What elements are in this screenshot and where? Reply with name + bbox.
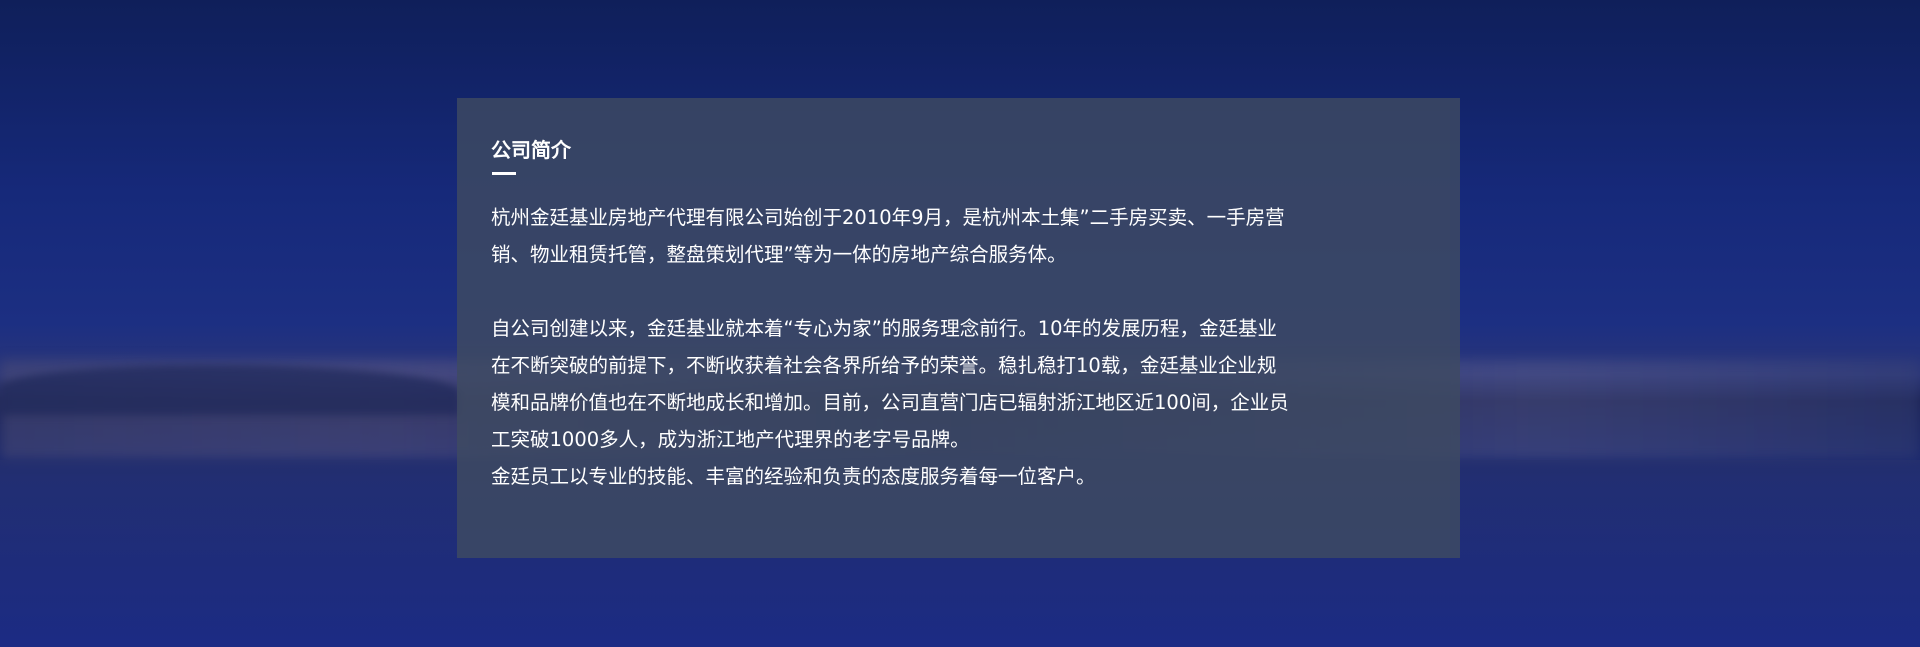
title-underline [492, 172, 516, 175]
company-intro-panel: 公司简介 杭州金廷基业房地产代理有限公司始创于2010年9月，是杭州本土集”二手… [457, 98, 1460, 558]
text-line: 模和品牌价值也在不断地成长和增加。目前，公司直营门店已辐射浙江地区近100间，企… [491, 391, 1289, 414]
intro-paragraph-1: 杭州金廷基业房地产代理有限公司始创于2010年9月，是杭州本土集”二手房买卖、一… [491, 199, 1434, 273]
text-line: 自公司创建以来，金廷基业就本着“专心为家”的服务理念前行。10年的发展历程，金廷… [491, 317, 1278, 340]
intro-paragraph-3: 金廷员工以专业的技能、丰富的经验和负责的态度服务着每一位客户。 [491, 458, 1434, 495]
text-line: 杭州金廷基业房地产代理有限公司始创于2010年9月，是杭州本土集”二手房买卖、一… [491, 206, 1285, 229]
background-hill [0, 365, 460, 415]
intro-paragraph-2: 自公司创建以来，金廷基业就本着“专心为家”的服务理念前行。10年的发展历程，金廷… [491, 310, 1434, 458]
text-line: 在不断突破的前提下，不断收获着社会各界所给予的荣誉。稳扎稳打10载，金廷基业企业… [491, 354, 1277, 377]
text-line: 金廷员工以专业的技能、丰富的经验和负责的态度服务着每一位客户。 [491, 465, 1096, 488]
text-line: 销、物业租赁托管，整盘策划代理”等为一体的房地产综合服务体。 [491, 243, 1067, 266]
text-line: 工突破1000多人，成为浙江地产代理界的老字号品牌。 [491, 428, 970, 451]
section-title: 公司简介 [491, 138, 571, 162]
